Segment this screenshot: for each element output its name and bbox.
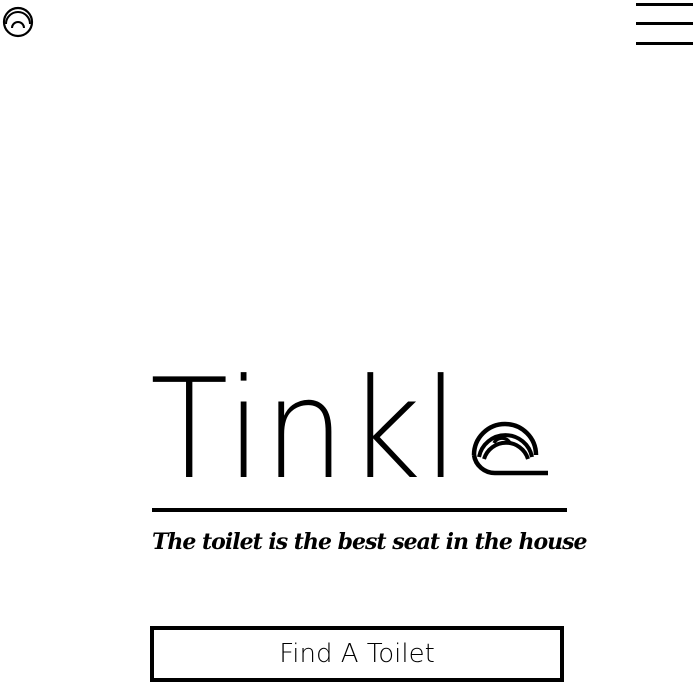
tagline: The toilet is the best seat in the house xyxy=(152,529,588,555)
menu-bar-bottom xyxy=(636,42,693,45)
brand-wordmark: Tinkl xyxy=(150,355,570,505)
toilet-seat-letter-e-icon xyxy=(471,421,548,476)
hero-divider xyxy=(152,508,567,512)
menu-button[interactable] xyxy=(636,2,693,46)
menu-bar-top xyxy=(636,3,693,6)
brand-name: Tinkl xyxy=(150,349,461,510)
menu-bar-middle xyxy=(636,22,693,25)
toilet-seat-logo-icon[interactable] xyxy=(0,2,36,44)
hero-section: Tinkl The toilet is the best seat in the… xyxy=(150,355,588,689)
find-a-toilet-button[interactable]: Find A Toilet xyxy=(150,626,564,682)
